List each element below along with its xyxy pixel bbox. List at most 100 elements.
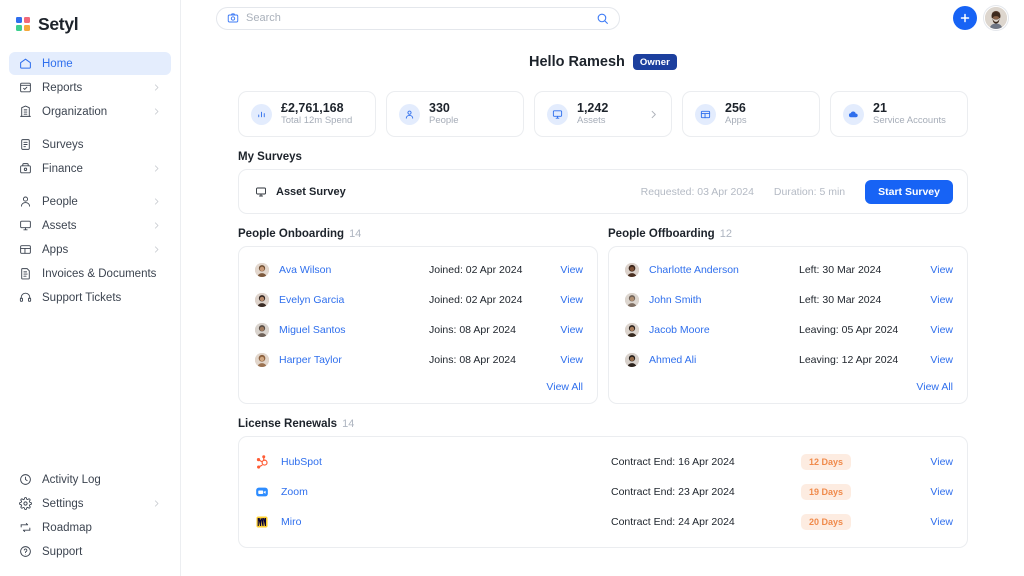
survey-name: Asset Survey [276, 186, 346, 198]
sidebar-item-support-tickets[interactable]: Support Tickets [9, 286, 171, 309]
stat-label: People [429, 115, 511, 127]
view-link[interactable]: View [560, 354, 583, 366]
list-item[interactable]: Ava Wilson Joined: 02 Apr 2024 View [239, 255, 597, 285]
stat-label: Service Accounts [873, 115, 955, 127]
section-header-licenses: License Renewals 14 [238, 418, 968, 430]
sidebar-item-label: Organization [42, 106, 152, 118]
chevron-right-icon [152, 499, 162, 509]
view-link[interactable]: View [930, 486, 953, 498]
add-button[interactable] [953, 6, 977, 30]
view-link[interactable]: View [560, 294, 583, 306]
sidebar-item-label: Assets [42, 220, 152, 232]
avatar [625, 263, 639, 277]
section-title: License Renewals [238, 418, 337, 430]
greeting-text: Hello Ramesh [529, 54, 625, 70]
search-input[interactable] [246, 12, 596, 24]
view-link[interactable]: View [930, 456, 953, 468]
sidebar-item-assets[interactable]: Assets [9, 214, 171, 237]
person-date: Joins: 08 Apr 2024 [429, 324, 560, 336]
sidebar-item-home[interactable]: Home [9, 52, 171, 75]
sidebar-item-finance[interactable]: Finance [9, 157, 171, 180]
stat-card-apps[interactable]: 256 Apps [682, 91, 820, 137]
sidebar-item-label: Settings [42, 498, 152, 510]
stat-card-assets[interactable]: 1,242 Assets [534, 91, 672, 137]
person-name-link[interactable]: Ahmed Ali [649, 354, 799, 366]
stat-card-people[interactable]: 330 People [386, 91, 524, 137]
brand-name: Setyl [38, 14, 78, 35]
avatar [255, 263, 269, 277]
list-item[interactable]: Charlotte Anderson Left: 30 Mar 2024 Vie… [609, 255, 967, 285]
list-item[interactable]: Miguel Santos Joins: 08 Apr 2024 View [239, 315, 597, 345]
app-name-link[interactable]: Zoom [281, 486, 611, 498]
stat-value: 330 [429, 101, 511, 115]
user-avatar[interactable] [984, 6, 1008, 30]
view-link[interactable]: View [930, 516, 953, 528]
setyl-logo-icon [16, 17, 31, 32]
table-row[interactable]: Zoom Contract End: 23 Apr 2024 19 Days V… [239, 477, 967, 507]
sidebar-item-invoices-documents[interactable]: Invoices & Documents [9, 262, 171, 285]
table-row[interactable]: HubSpot Contract End: 16 Apr 2024 12 Day… [239, 447, 967, 477]
sidebar-item-label: Roadmap [42, 522, 162, 534]
survey-duration: Duration: 5 min [774, 186, 845, 198]
view-link[interactable]: View [930, 294, 953, 306]
contract-end-date: Contract End: 16 Apr 2024 [611, 456, 801, 468]
list-item[interactable]: Jacob Moore Leaving: 05 Apr 2024 View [609, 315, 967, 345]
zoom-icon [255, 485, 269, 499]
sidebar: Setyl Home Reports [0, 0, 181, 576]
sidebar-item-apps[interactable]: Apps [9, 238, 171, 261]
person-name-link[interactable]: Miguel Santos [279, 324, 429, 336]
search-icon[interactable] [596, 12, 609, 25]
chevron-right-icon[interactable] [648, 109, 659, 120]
sidebar-item-people[interactable]: People [9, 190, 171, 213]
view-link[interactable]: View [560, 264, 583, 276]
person-name-link[interactable]: Harper Taylor [279, 354, 429, 366]
survey-row[interactable]: Asset Survey Requested: 03 Apr 2024 Dura… [239, 170, 967, 213]
list-item[interactable]: Ahmed Ali Leaving: 12 Apr 2024 View [609, 345, 967, 375]
app-name-link[interactable]: HubSpot [281, 456, 611, 468]
avatar [625, 323, 639, 337]
view-all-link[interactable]: View All [916, 381, 953, 393]
app-name-link[interactable]: Miro [281, 516, 611, 528]
monitor-icon [255, 186, 267, 198]
search-bar[interactable] [216, 7, 620, 30]
person-name-link[interactable]: Jacob Moore [649, 324, 799, 336]
list-item[interactable]: John Smith Left: 30 Mar 2024 View [609, 285, 967, 315]
sidebar-item-settings[interactable]: Settings [9, 492, 171, 515]
sidebar-item-organization[interactable]: Organization [9, 100, 171, 123]
section-title: People Onboarding [238, 228, 344, 240]
view-link[interactable]: View [930, 324, 953, 336]
stat-label: Assets [577, 115, 648, 127]
section-count: 14 [342, 418, 354, 430]
list-item[interactable]: Evelyn Garcia Joined: 02 Apr 2024 View [239, 285, 597, 315]
surveys-panel: Asset Survey Requested: 03 Apr 2024 Dura… [238, 169, 968, 214]
person-date: Left: 30 Mar 2024 [799, 294, 930, 306]
table-row[interactable]: Miro Contract End: 24 Apr 2024 20 Days V… [239, 507, 967, 537]
sidebar-item-support[interactable]: Support [9, 540, 171, 563]
person-date: Left: 30 Mar 2024 [799, 264, 930, 276]
sidebar-item-activity-log[interactable]: Activity Log [9, 468, 171, 491]
list-item[interactable]: Harper Taylor Joins: 08 Apr 2024 View [239, 345, 597, 375]
person-name-link[interactable]: Ava Wilson [279, 264, 429, 276]
brand-logo[interactable]: Setyl [0, 0, 180, 36]
support-icon [18, 545, 32, 559]
sidebar-item-surveys[interactable]: Surveys [9, 133, 171, 156]
sidebar-item-roadmap[interactable]: Roadmap [9, 516, 171, 539]
start-survey-button[interactable]: Start Survey [865, 180, 953, 204]
organization-icon [18, 105, 32, 119]
stat-card-service-accounts[interactable]: 21 Service Accounts [830, 91, 968, 137]
person-name-link[interactable]: Evelyn Garcia [279, 294, 429, 306]
view-link[interactable]: View [560, 324, 583, 336]
chevron-right-icon [152, 197, 162, 207]
roadmap-icon [18, 521, 32, 535]
view-link[interactable]: View [930, 264, 953, 276]
nav-group-main: Home Reports Organization [0, 52, 180, 123]
view-all-link[interactable]: View All [546, 381, 583, 393]
app-root: Setyl Home Reports [0, 0, 1024, 576]
sidebar-item-reports[interactable]: Reports [9, 76, 171, 99]
person-icon [399, 104, 420, 125]
avatar [255, 353, 269, 367]
stat-card-total-spend[interactable]: £2,761,168 Total 12m Spend [238, 91, 376, 137]
view-link[interactable]: View [930, 354, 953, 366]
person-name-link[interactable]: Charlotte Anderson [649, 264, 799, 276]
person-name-link[interactable]: John Smith [649, 294, 799, 306]
